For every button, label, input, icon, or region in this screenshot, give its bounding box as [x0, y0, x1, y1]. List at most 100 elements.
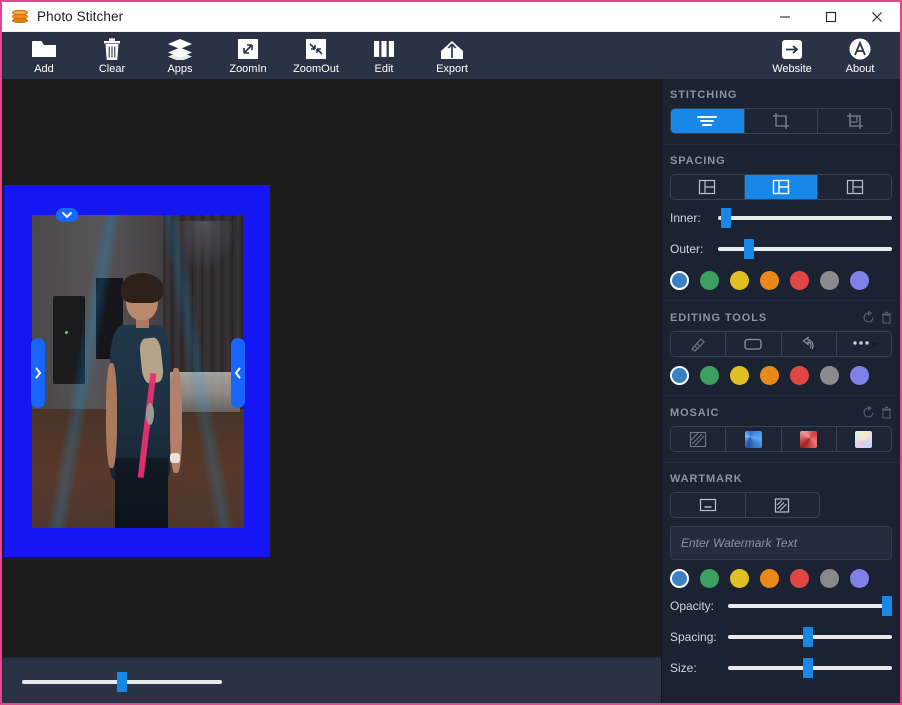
- spacing-layout-1-button[interactable]: [671, 175, 745, 199]
- watermark-size-slider[interactable]: [728, 658, 892, 678]
- slider-thumb[interactable]: [721, 208, 732, 228]
- close-button[interactable]: [854, 2, 900, 31]
- spacing-layout-2-button[interactable]: [744, 175, 819, 199]
- watermark-opacity-slider[interactable]: [728, 596, 893, 616]
- export-button[interactable]: Export: [418, 32, 486, 79]
- zoom-in-icon: [236, 36, 260, 62]
- watermark-color-blue[interactable]: [670, 569, 689, 588]
- mosaic-delete-icon[interactable]: [881, 406, 892, 419]
- editing-tools-delete-icon[interactable]: [881, 311, 892, 324]
- chevron-right-icon: [35, 367, 42, 379]
- stitch-mode-crop-button[interactable]: [744, 109, 819, 133]
- canvas-area[interactable]: [2, 79, 661, 657]
- spacing-color-orange[interactable]: [760, 271, 779, 290]
- slider-thumb[interactable]: [803, 627, 814, 647]
- trash-icon: [102, 36, 122, 62]
- slider-thumb[interactable]: [803, 658, 814, 678]
- spacing-color-gray[interactable]: [820, 271, 839, 290]
- spacing-color-swatches: [670, 271, 892, 290]
- ellipsis-dropdown-icon: [853, 341, 877, 347]
- editing-color-red[interactable]: [790, 366, 809, 385]
- watermark-color-gray[interactable]: [820, 569, 839, 588]
- layout-center-icon: [772, 179, 790, 195]
- stitch-mode-lines-button[interactable]: [671, 109, 745, 133]
- apps-button[interactable]: Apps: [146, 32, 214, 79]
- export-label: Export: [436, 63, 468, 75]
- zoom-out-button[interactable]: ZoomOut: [282, 32, 350, 79]
- mosaic-red-button[interactable]: [781, 427, 837, 451]
- left-resize-handle[interactable]: [31, 338, 45, 408]
- tool-undo-button[interactable]: [781, 332, 837, 356]
- canvas-zoom-slider[interactable]: [22, 672, 222, 692]
- columns-icon: [372, 36, 396, 62]
- mosaic-blue-button[interactable]: [726, 427, 782, 451]
- layers-stack-icon: [11, 8, 29, 26]
- about-button[interactable]: About: [826, 32, 894, 79]
- edit-button[interactable]: Edit: [350, 32, 418, 79]
- slider-thumb[interactable]: [882, 596, 893, 616]
- upload-icon: [439, 36, 465, 62]
- mosaic-section: MOSAIC: [662, 396, 900, 463]
- watermark-color-orange[interactable]: [760, 569, 779, 588]
- right-resize-handle[interactable]: [231, 338, 245, 408]
- add-button[interactable]: Add: [10, 32, 78, 79]
- outer-spacing-row: Outer:: [670, 236, 892, 262]
- watermark-opacity-row: Opacity:: [670, 593, 893, 619]
- stitched-sheet[interactable]: [4, 185, 270, 557]
- window-controls: [762, 2, 900, 31]
- tool-brush-button[interactable]: [671, 332, 727, 356]
- outer-spacing-slider[interactable]: [718, 239, 892, 259]
- diagonal-hatch-icon: [690, 431, 707, 447]
- mosaic-pastel-button[interactable]: [836, 427, 891, 451]
- minimize-button[interactable]: [762, 2, 808, 31]
- editing-color-yellow[interactable]: [730, 366, 749, 385]
- watermark-pattern-mode-button[interactable]: [745, 493, 819, 517]
- mosaic-none-button[interactable]: [671, 427, 727, 451]
- photo-thumbnail[interactable]: [32, 215, 244, 528]
- editing-color-purple[interactable]: [850, 366, 869, 385]
- editing-color-green[interactable]: [700, 366, 719, 385]
- editing-tools-reset-icon[interactable]: [862, 311, 875, 324]
- slider-thumb[interactable]: [117, 672, 127, 692]
- watermark-color-purple[interactable]: [850, 569, 869, 588]
- editing-tools-group: [670, 331, 892, 357]
- spacing-color-red[interactable]: [790, 271, 809, 290]
- window-title: Photo Stitcher: [37, 9, 124, 24]
- spacing-color-green[interactable]: [700, 271, 719, 290]
- watermark-color-yellow[interactable]: [730, 569, 749, 588]
- watermark-color-green[interactable]: [700, 569, 719, 588]
- stitch-mode-crop-alt-button[interactable]: [818, 109, 891, 133]
- maximize-button[interactable]: [808, 2, 854, 31]
- editing-color-gray[interactable]: [820, 366, 839, 385]
- slider-thumb[interactable]: [744, 239, 755, 259]
- settings-panel: STITCHING SPACING Inner: Outer: EDITING …: [661, 79, 900, 703]
- website-button[interactable]: Website: [758, 32, 826, 79]
- top-resize-handle[interactable]: [56, 208, 78, 222]
- inner-spacing-slider[interactable]: [718, 208, 892, 228]
- spacing-color-purple[interactable]: [850, 271, 869, 290]
- editing-color-orange[interactable]: [760, 366, 779, 385]
- watermark-text-input[interactable]: Enter Watermark Text: [670, 526, 892, 560]
- spacing-color-yellow[interactable]: [730, 271, 749, 290]
- apps-label: Apps: [167, 63, 193, 75]
- watermark-color-red[interactable]: [790, 569, 809, 588]
- zoom-out-label: ZoomOut: [293, 63, 339, 75]
- tool-shape-button[interactable]: [726, 332, 782, 356]
- stitching-section: STITCHING: [662, 79, 900, 145]
- mosaic-reset-icon[interactable]: [862, 406, 875, 419]
- watermark-size-row: Size:: [670, 655, 892, 681]
- tool-more-button[interactable]: [836, 332, 891, 356]
- editing-color-blue[interactable]: [670, 366, 689, 385]
- mosaic-swatch-icon: [744, 430, 762, 448]
- spacing-layout-3-button[interactable]: [818, 175, 891, 199]
- zoom-in-button[interactable]: ZoomIn: [214, 32, 282, 79]
- clear-button[interactable]: Clear: [78, 32, 146, 79]
- watermark-text-mode-button[interactable]: [671, 493, 746, 517]
- edit-label: Edit: [374, 63, 394, 75]
- watermark-spacing-slider[interactable]: [728, 627, 892, 647]
- layers-icon: [167, 36, 193, 62]
- outer-spacing-label: Outer:: [670, 242, 704, 256]
- main-toolbar: Add Clear Apps ZoomIn ZoomOut Edit Expor…: [2, 32, 900, 79]
- editing-color-swatches: [670, 366, 892, 385]
- spacing-color-blue[interactable]: [670, 271, 689, 290]
